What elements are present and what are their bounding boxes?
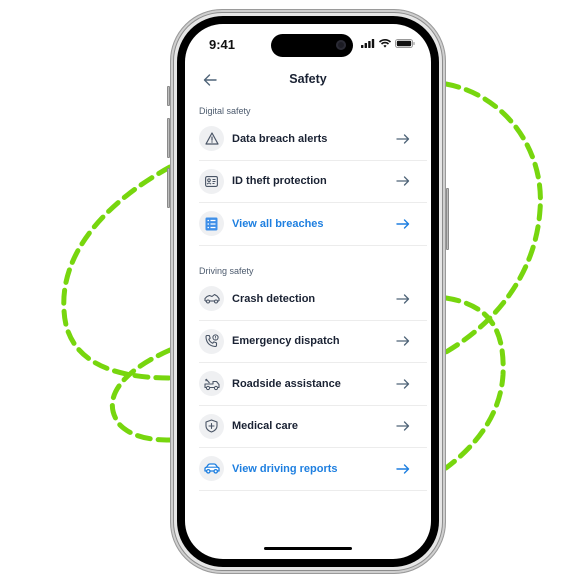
status-icons [361,39,415,48]
arrow-right-icon [393,294,413,304]
icon-circle [199,413,224,439]
volume-up-button [167,118,170,158]
row-label: Crash detection [232,292,316,305]
icon-circle [199,286,224,312]
volume-down-button [167,168,170,208]
icon-circle [199,371,224,397]
page-title: Safety [289,72,327,86]
row-emergency-dispatch[interactable]: Emergency dispatch [199,321,427,363]
row-view-driving-reports[interactable]: View driving reports [199,448,427,491]
car-icon [203,463,220,474]
icon-circle [199,126,224,152]
row-medical-care[interactable]: Medical care [199,406,427,448]
status-time: 9:41 [209,37,236,52]
dynamic-island [271,34,353,57]
driving-safety-list: Crash detection Emergency dispatch Roads… [199,278,427,491]
row-crash-detection[interactable]: Crash detection [199,278,427,321]
arrow-right-icon [393,219,413,229]
row-label: View all breaches [232,217,324,230]
phone-screen: 9:41 Safety Digital safety Data breach a… [185,24,431,559]
action-button [167,86,170,106]
arrow-right-icon [393,336,413,346]
front-camera [336,40,346,50]
car-crash-icon [203,294,220,304]
row-view-all-breaches[interactable]: View all breaches [199,203,427,246]
swirl-left-loop [61,164,173,381]
battery-icon [395,39,415,48]
arrow-right-icon [393,379,413,389]
row-data-breach-alerts[interactable]: Data breach alerts [199,118,427,161]
medical-shield-icon [205,419,218,433]
wifi-icon [379,39,391,48]
cellular-signal-icon [361,39,375,48]
phone-bezel: 9:41 Safety Digital safety Data breach a… [177,16,439,567]
arrow-right-icon [393,421,413,431]
row-label: Data breach alerts [232,132,328,145]
home-indicator[interactable] [264,547,352,550]
row-label: ID theft protection [232,175,327,188]
icon-circle [199,456,224,482]
list-report-icon [205,217,218,231]
row-roadside-assistance[interactable]: Roadside assistance [199,363,427,406]
swirl-right-lower-loop [443,295,506,471]
arrow-right-icon [393,134,413,144]
icon-circle [199,328,224,354]
swirl-right-loop [443,81,543,355]
row-label: Emergency dispatch [232,335,340,348]
phone-frame: 9:41 Safety Digital safety Data breach a… [167,9,449,574]
swirl-left-lower-loop [109,347,173,443]
tow-truck-icon [203,378,220,390]
nav-bar: Safety [185,68,431,92]
status-bar: 9:41 [185,24,431,64]
id-card-icon [205,175,218,187]
phone-alert-icon [204,334,219,348]
arrow-right-icon [393,176,413,186]
power-button [446,188,449,250]
section-label-driving-safety: Driving safety [199,266,254,276]
row-label: Roadside assistance [232,377,341,390]
warning-triangle-icon [204,132,219,145]
row-label: Medical care [232,420,299,433]
icon-circle [199,168,224,194]
arrow-right-icon [393,464,413,474]
row-label: View driving reports [232,462,338,475]
digital-safety-list: Data breach alerts ID theft protection V… [199,118,427,246]
section-label-digital-safety: Digital safety [199,106,251,116]
icon-circle [199,211,224,237]
row-id-theft-protection[interactable]: ID theft protection [199,161,427,203]
